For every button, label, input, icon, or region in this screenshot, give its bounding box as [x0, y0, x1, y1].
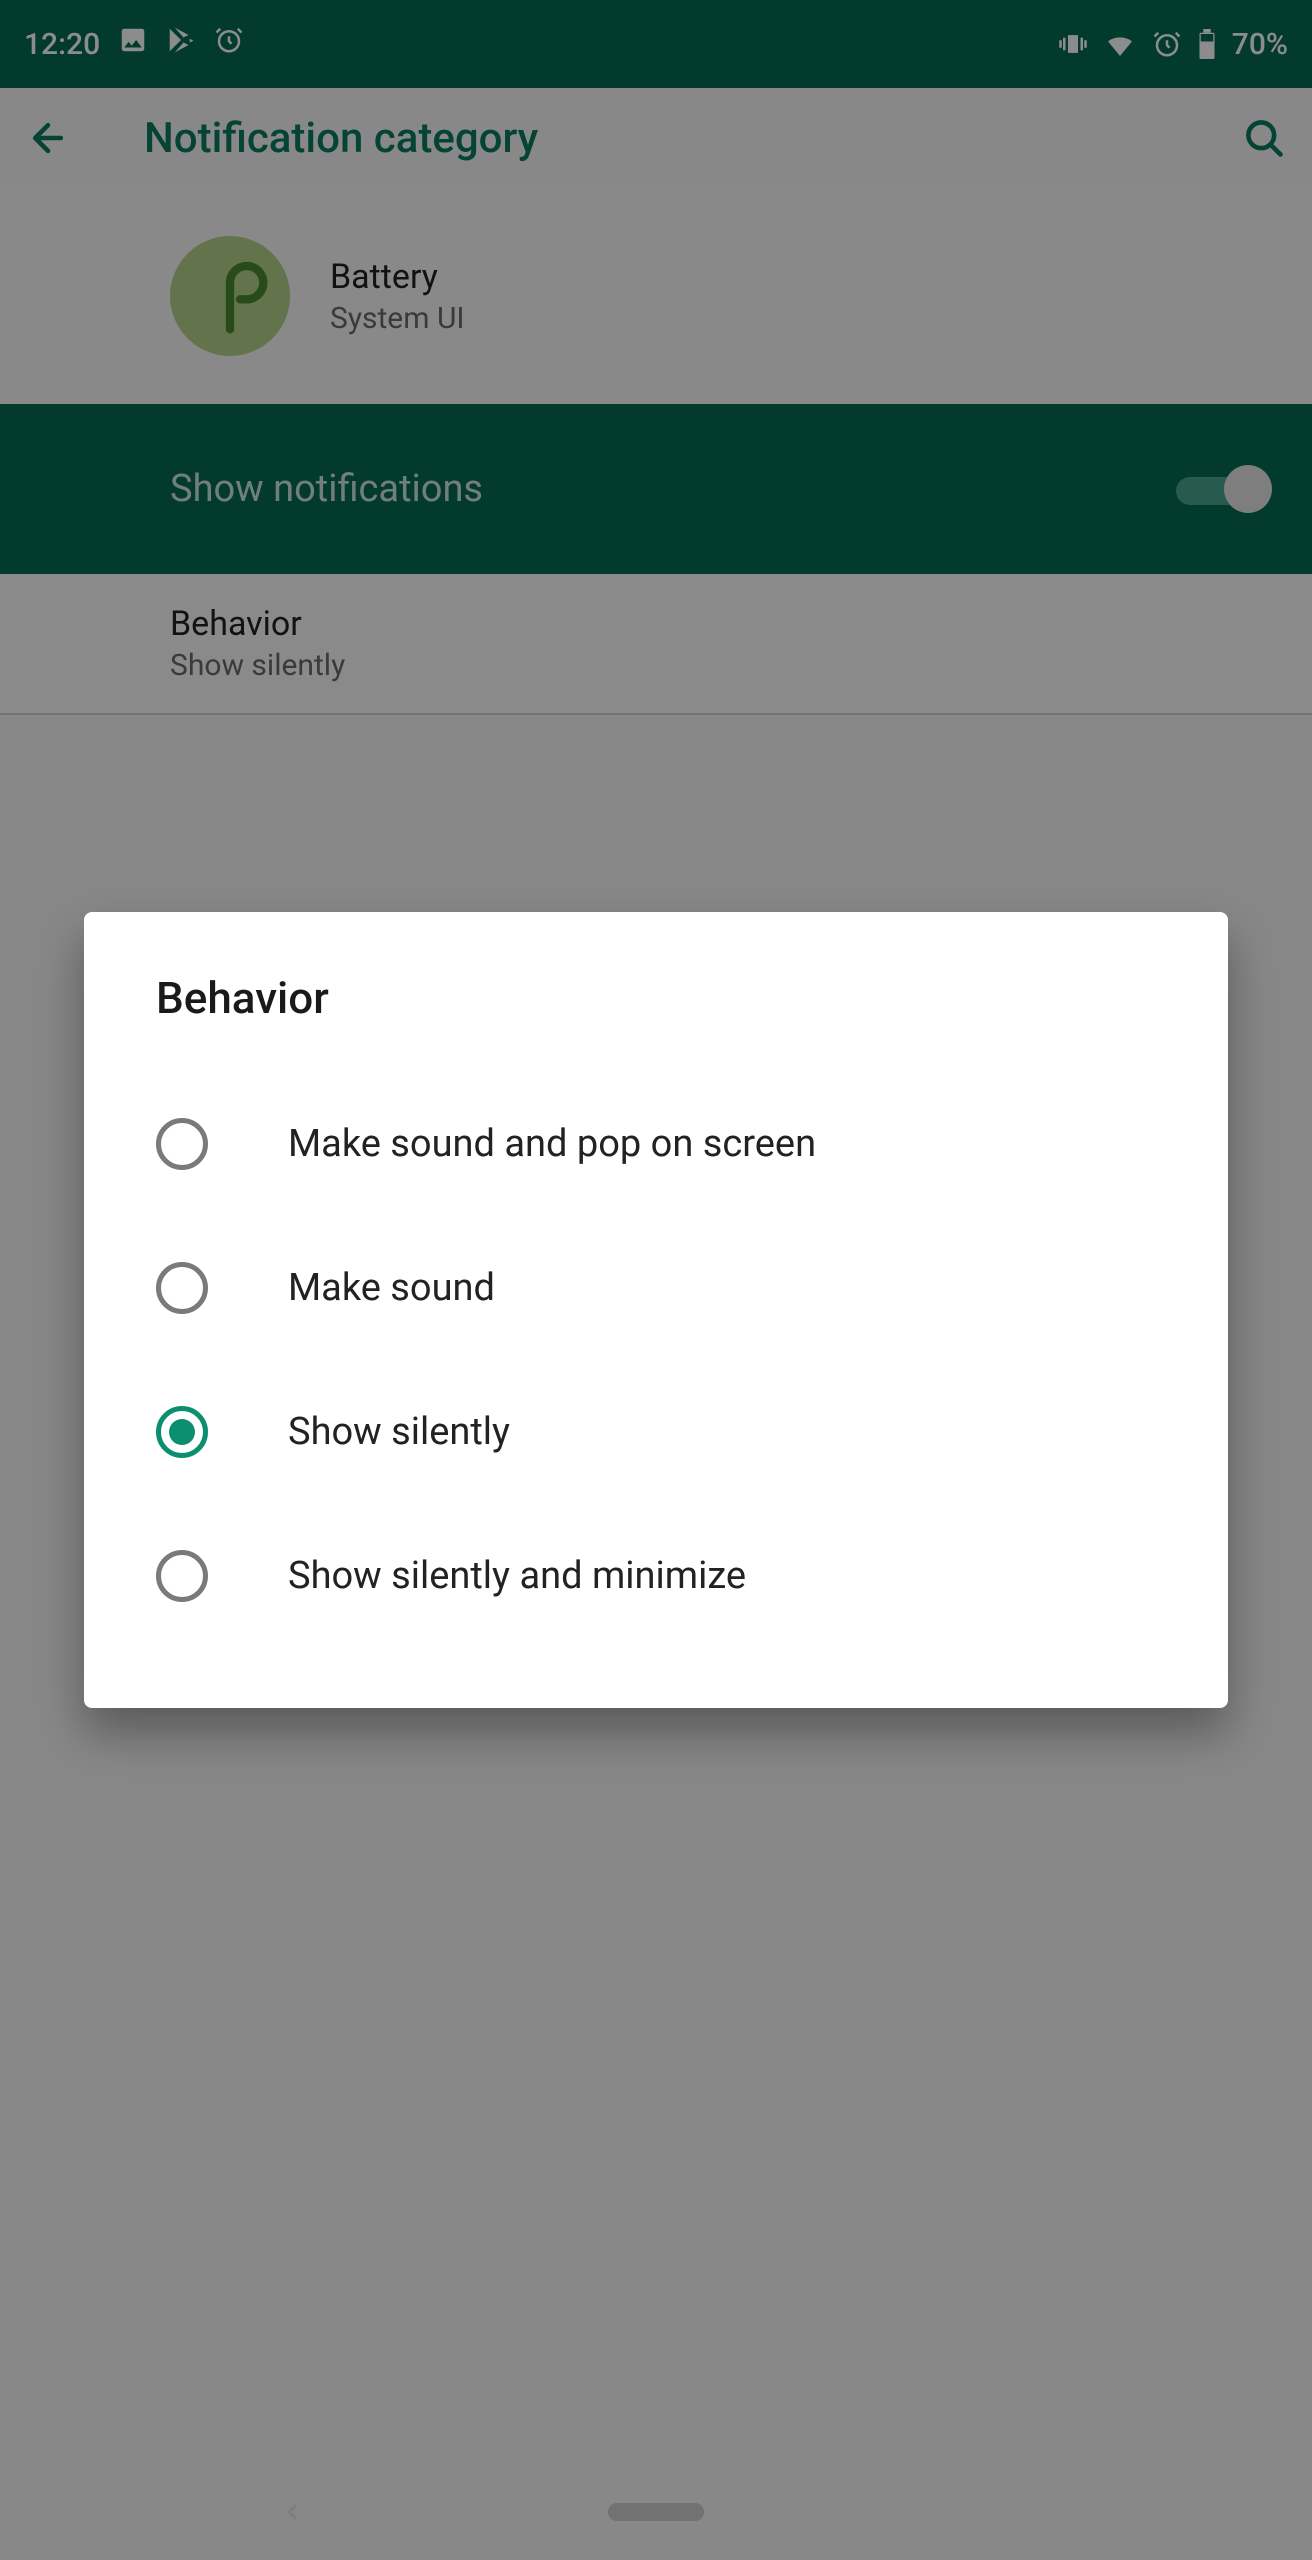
option-label: Make sound and pop on screen — [288, 1122, 816, 1166]
radio-unchecked-icon — [156, 1550, 208, 1602]
option-show-silently-minimize[interactable]: Show silently and minimize — [156, 1504, 1156, 1648]
option-label: Make sound — [288, 1266, 495, 1310]
option-label: Show silently and minimize — [288, 1554, 746, 1598]
radio-checked-icon — [156, 1406, 208, 1458]
option-show-silently[interactable]: Show silently — [156, 1360, 1156, 1504]
radio-unchecked-icon — [156, 1118, 208, 1170]
option-make-sound-pop[interactable]: Make sound and pop on screen — [156, 1072, 1156, 1216]
radio-unchecked-icon — [156, 1262, 208, 1314]
option-label: Show silently — [288, 1410, 510, 1454]
dialog-title: Behavior — [156, 972, 1156, 1024]
screen: 12:20 70% — [0, 0, 1312, 2560]
option-make-sound[interactable]: Make sound — [156, 1216, 1156, 1360]
behavior-dialog: Behavior Make sound and pop on screen Ma… — [84, 912, 1228, 1708]
